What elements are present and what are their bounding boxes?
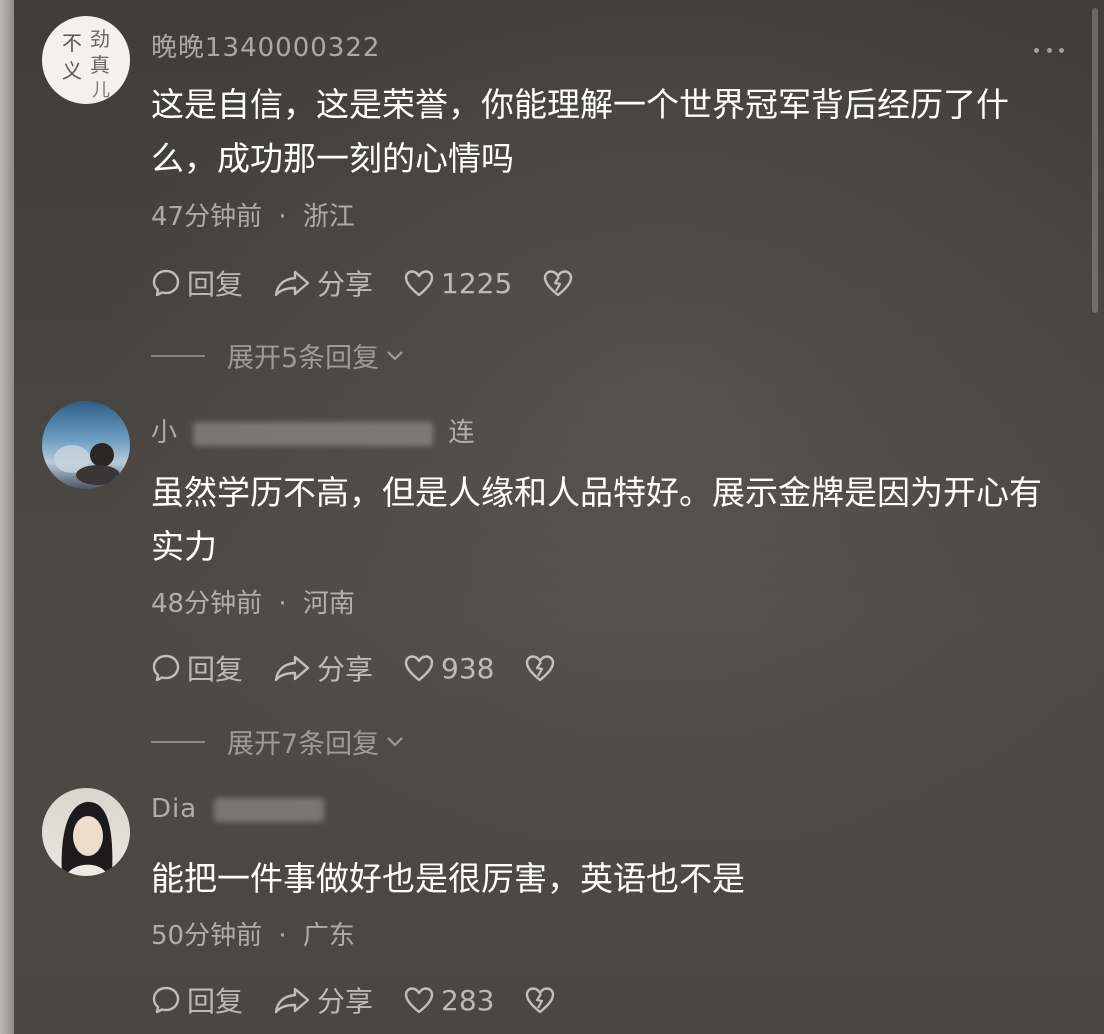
like-button[interactable]: 283 <box>403 984 494 1017</box>
meta-separator: · <box>278 921 287 951</box>
share-button[interactable]: 分享 <box>273 980 373 1020</box>
share-arrow-icon <box>274 987 310 1014</box>
username-blur <box>214 797 325 822</box>
comment-actions: 回复 分享 283 <box>151 980 592 1020</box>
like-count: 283 <box>441 983 495 1017</box>
comment-item: Dia 能把一件事做好也是很厉害，英语也不是​ 50分钟前 · 广东 回复 分享… <box>0 0 1104 1034</box>
comment-time: 50分钟前 <box>151 921 263 951</box>
avatar[interactable] <box>42 788 130 876</box>
avatar-photo <box>61 801 113 876</box>
reply-label: 回复 <box>187 985 244 1018</box>
comment-meta: 50分钟前 · 广东 <box>151 915 355 952</box>
comment-text-line: 能把一件事做好也是很厉害，英语也不是​ <box>151 859 745 898</box>
username[interactable]: Dia <box>151 794 325 824</box>
heart-icon <box>404 987 434 1014</box>
dislike-button[interactable] <box>524 985 562 1015</box>
reply-button[interactable]: 回复 <box>151 980 243 1020</box>
comment-text: 能把一件事做好也是很厉害，英语也不是​ <box>151 852 1081 906</box>
comment-bubble-icon <box>152 986 180 1014</box>
share-label: 分享 <box>317 985 374 1018</box>
comment-region: 广东 <box>302 921 355 951</box>
broken-heart-icon <box>526 987 555 1014</box>
username-text: Dia <box>151 794 198 824</box>
